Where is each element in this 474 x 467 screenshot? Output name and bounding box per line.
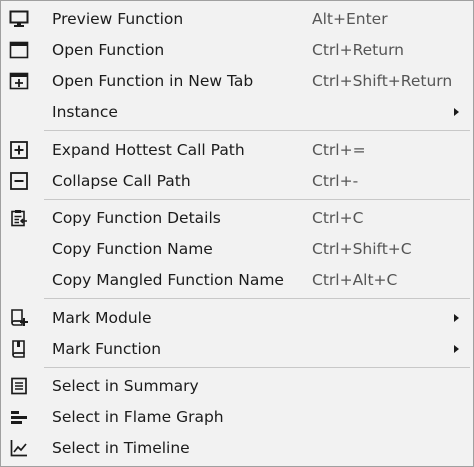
menu-item-shortcut: Ctrl+Shift+Return <box>312 72 453 90</box>
menu-item-open-function-new-tab[interactable]: Open Function in New Tab Ctrl+Shift+Retu… <box>1 65 473 96</box>
menu-item-shortcut: Alt+Enter <box>312 10 388 28</box>
plus-box-icon <box>9 140 29 160</box>
menu-item-mark-module[interactable]: Mark Module <box>1 302 473 333</box>
menu-item-shortcut: Ctrl+= <box>312 141 366 159</box>
menu-item-collapse-call-path[interactable]: Collapse Call Path Ctrl+- <box>1 165 473 196</box>
menu-separator <box>44 199 470 200</box>
window-icon <box>9 40 29 60</box>
minus-box-icon <box>9 171 29 191</box>
menu-item-label: Expand Hottest Call Path <box>52 141 245 159</box>
menu-item-label: Preview Function <box>52 10 184 28</box>
menu-item-mark-function[interactable]: Mark Function <box>1 333 473 364</box>
timeline-chart-icon <box>9 438 29 458</box>
menu-item-open-function[interactable]: Open Function Ctrl+Return <box>1 34 473 65</box>
menu-item-label: Open Function <box>52 41 165 59</box>
menu-item-instance[interactable]: Instance <box>1 96 473 127</box>
menu-item-label: Copy Mangled Function Name <box>52 271 284 289</box>
menu-item-label: Copy Function Name <box>52 240 213 258</box>
menu-item-preview-function[interactable]: Preview Function Alt+Enter <box>1 3 473 34</box>
menu-item-shortcut: Ctrl+Shift+C <box>312 240 412 258</box>
menu-item-label: Mark Module <box>52 309 152 327</box>
menu-item-label: Select in Summary <box>52 377 199 395</box>
menu-item-label: Open Function in New Tab <box>52 72 254 90</box>
menu-item-shortcut: Ctrl+- <box>312 172 359 190</box>
submenu-arrow-icon <box>454 314 459 322</box>
menu-item-copy-function-name[interactable]: Copy Function Name Ctrl+Shift+C <box>1 233 473 264</box>
bookmark-add-icon <box>9 308 29 328</box>
menu-item-label: Select in Timeline <box>52 439 190 457</box>
menu-item-label: Instance <box>52 103 118 121</box>
clipboard-icon <box>9 208 29 228</box>
menu-item-copy-function-details[interactable]: Copy Function Details Ctrl+C <box>1 202 473 233</box>
menu-item-expand-hottest-call-path[interactable]: Expand Hottest Call Path Ctrl+= <box>1 134 473 165</box>
menu-item-shortcut: Ctrl+Return <box>312 41 405 59</box>
menu-item-select-in-summary[interactable]: Select in Summary <box>1 370 473 401</box>
bookmark-icon <box>9 339 29 359</box>
menu-item-label: Select in Flame Graph <box>52 408 224 426</box>
monitor-icon <box>9 9 29 29</box>
flame-graph-icon <box>9 407 29 427</box>
menu-separator <box>44 367 470 368</box>
menu-separator <box>44 298 470 299</box>
submenu-arrow-icon <box>454 108 459 116</box>
menu-item-label: Collapse Call Path <box>52 172 191 190</box>
menu-item-shortcut: Ctrl+Alt+C <box>312 271 398 289</box>
menu-item-label: Copy Function Details <box>52 209 221 227</box>
new-tab-icon <box>9 71 29 91</box>
submenu-arrow-icon <box>454 345 459 353</box>
menu-item-shortcut: Ctrl+C <box>312 209 364 227</box>
context-menu: Preview Function Alt+Enter Open Function… <box>0 0 474 467</box>
menu-item-select-in-flame-graph[interactable]: Select in Flame Graph <box>1 401 473 432</box>
menu-item-copy-mangled-function-name[interactable]: Copy Mangled Function Name Ctrl+Alt+C <box>1 264 473 295</box>
summary-list-icon <box>9 376 29 396</box>
menu-separator <box>44 130 470 131</box>
menu-item-select-in-timeline[interactable]: Select in Timeline <box>1 432 473 463</box>
menu-item-label: Mark Function <box>52 340 162 358</box>
